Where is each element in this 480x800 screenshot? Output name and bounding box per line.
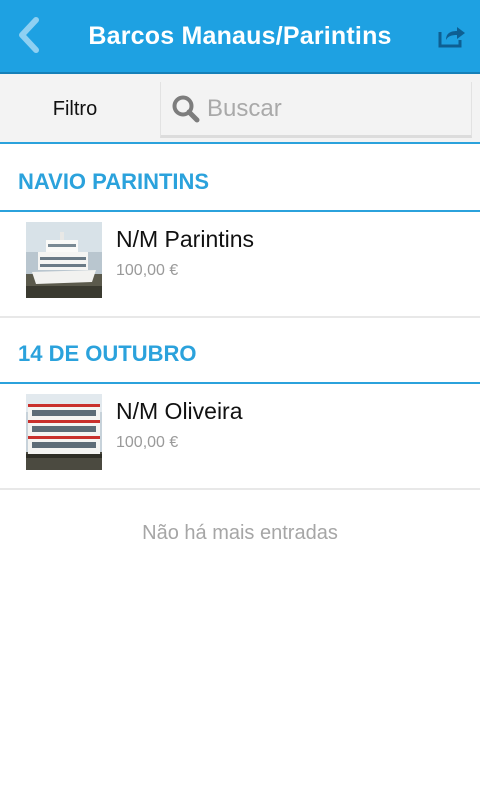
list-item[interactable]: N/M Oliveira 100,00 € (0, 378, 480, 490)
back-button[interactable] (6, 12, 52, 58)
app-bar: Barcos Manaus/Parintins (0, 0, 480, 74)
section-header: NAVIO PARINTINS (0, 154, 480, 212)
no-more-entries-text: Não há mais entradas (142, 522, 338, 544)
filter-bar: Filtro (0, 74, 480, 144)
item-name: N/M Parintins (116, 226, 255, 252)
filter-button[interactable]: Filtro (0, 74, 150, 144)
search-box[interactable] (160, 82, 472, 138)
list-item[interactable]: N/M Parintins 100,00 € (0, 206, 480, 318)
search-icon (169, 92, 203, 126)
section-header: 14 DE OUTUBRO (0, 326, 480, 384)
chevron-left-icon (19, 17, 39, 53)
share-icon (438, 27, 465, 48)
item-price: 100,00 € (116, 262, 179, 279)
item-price: 100,00 € (116, 434, 179, 451)
page-title: Barcos Manaus/Parintins (88, 21, 392, 50)
search-input[interactable] (207, 94, 447, 123)
share-button[interactable] (430, 14, 474, 58)
boat-thumbnail (26, 394, 102, 470)
item-name: N/M Oliveira (116, 398, 243, 424)
boat-thumbnail (26, 222, 102, 298)
